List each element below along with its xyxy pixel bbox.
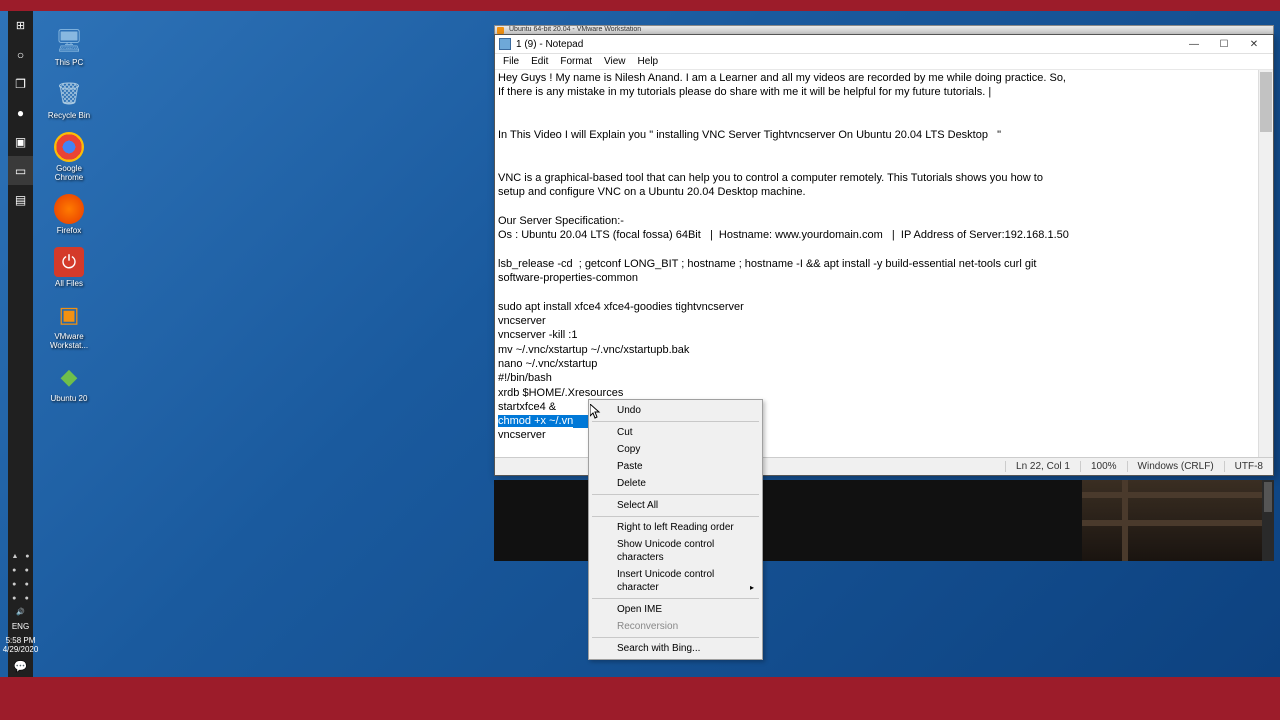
start-button[interactable]: ⊞ — [8, 11, 33, 40]
desktop-icon-ubuntu[interactable]: ◆Ubuntu 20 — [45, 362, 93, 403]
ctx-separator — [592, 516, 759, 517]
ctx-separator — [592, 598, 759, 599]
menu-format[interactable]: Format — [554, 55, 598, 68]
taskbar-app-1[interactable]: ● — [8, 98, 33, 127]
desktop-icon-chrome[interactable]: Google Chrome — [45, 132, 93, 182]
desktop[interactable]: ⊞ ○ ❐ ● ▣ ▭ ▤ ▲ ● ● ● ● ● ● ● 🔊 ENG 5:58 PM4… — [0, 11, 1280, 677]
tray-icon[interactable]: ▲ — [11, 553, 18, 560]
ubuntu-icon: ◆ — [54, 362, 84, 392]
notifications-button[interactable]: 💬 — [14, 656, 28, 677]
minimize-button[interactable]: — — [1179, 36, 1209, 53]
ctx-show-unicode[interactable]: Show Unicode control characters — [591, 536, 760, 566]
firefox-icon — [54, 194, 84, 224]
menu-file[interactable]: File — [497, 55, 525, 68]
task-view-button[interactable]: ❐ — [8, 69, 33, 98]
status-position: Ln 22, Col 1 — [1005, 461, 1080, 472]
status-eol: Windows (CRLF) — [1127, 461, 1224, 472]
ctx-reconversion: Reconversion — [591, 618, 760, 635]
tray-icon[interactable]: ● — [25, 581, 29, 588]
volume-icon[interactable]: 🔊 — [16, 608, 25, 616]
taskbar-app-notepad[interactable]: ▤ — [8, 185, 33, 214]
titlebar[interactable]: 1 (9) - Notepad — ☐ ✕ — [495, 35, 1273, 54]
tray-icon[interactable]: ● — [12, 581, 16, 588]
ctx-separator — [592, 494, 759, 495]
windows-icon: ⊞ — [16, 19, 25, 32]
power-icon: ⏻ — [54, 247, 84, 277]
desktop-icon-firefox[interactable]: Firefox — [45, 194, 93, 235]
ctx-delete[interactable]: Delete — [591, 475, 760, 492]
clock[interactable]: 5:58 PM4/29/2020 — [3, 634, 39, 656]
tray-icon[interactable]: ● — [25, 553, 29, 560]
ctx-search-bing[interactable]: Search with Bing... — [591, 640, 760, 657]
ctx-cut[interactable]: Cut — [591, 424, 760, 441]
chrome-icon — [54, 132, 84, 162]
menu-help[interactable]: Help — [632, 55, 665, 68]
desktop-icons: 🖥This PC 🗑Recycle Bin Google Chrome Fire… — [45, 26, 93, 403]
language-indicator[interactable]: ENG — [12, 619, 29, 634]
ctx-open-ime[interactable]: Open IME — [591, 601, 760, 618]
menu-view[interactable]: View — [598, 55, 632, 68]
close-button[interactable]: ✕ — [1239, 36, 1269, 53]
ctx-undo[interactable]: Undo — [591, 402, 760, 419]
status-encoding: UTF-8 — [1224, 461, 1273, 472]
menubar: File Edit Format View Help — [495, 54, 1273, 70]
menu-edit[interactable]: Edit — [525, 55, 554, 68]
notepad-icon — [499, 38, 511, 50]
ctx-rtl[interactable]: Right to left Reading order — [591, 519, 760, 536]
desktop-icon-this-pc[interactable]: 🖥This PC — [45, 26, 93, 67]
tray-icon[interactable]: ● — [25, 595, 29, 602]
ctx-copy[interactable]: Copy — [591, 441, 760, 458]
vm-scrollbar[interactable] — [1262, 480, 1274, 561]
scrollbar-vertical[interactable] — [1258, 70, 1273, 457]
ctx-paste[interactable]: Paste — [591, 458, 760, 475]
desktop-icon-recycle-bin[interactable]: 🗑Recycle Bin — [45, 79, 93, 120]
taskbar: ⊞ ○ ❐ ● ▣ ▭ ▤ ▲● ●● ●● ●● 🔊 ENG 5:58 PM4… — [8, 11, 33, 677]
status-zoom: 100% — [1080, 461, 1127, 472]
ctx-separator — [592, 421, 759, 422]
taskbar-app-explorer[interactable]: ▭ — [8, 156, 33, 185]
scrollbar-thumb[interactable] — [1260, 72, 1272, 132]
window-title: 1 (9) - Notepad — [516, 39, 1179, 50]
taskbar-app-vmware[interactable]: ▣ — [8, 127, 33, 156]
desktop-icon-all-files[interactable]: ⏻All Files — [45, 247, 93, 288]
tray-icon[interactable]: ● — [12, 567, 16, 574]
vm-screenshot — [1082, 480, 1262, 561]
maximize-button[interactable]: ☐ — [1209, 36, 1239, 53]
desktop-icon-vmware[interactable]: ▣VMware Workstat... — [45, 300, 93, 350]
vmware-icon: ▣ — [54, 300, 84, 330]
cortana-button[interactable]: ○ — [8, 40, 33, 69]
tray-icon[interactable]: ● — [25, 567, 29, 574]
ctx-insert-unicode[interactable]: Insert Unicode control character — [591, 566, 760, 596]
recycle-icon: 🗑 — [54, 79, 84, 109]
selected-text: chmod +x ~/.vn — [498, 415, 573, 427]
context-menu: Undo Cut Copy Paste Delete Select All Ri… — [588, 399, 763, 660]
tray-icon[interactable]: ● — [12, 595, 16, 602]
pc-icon: 🖥 — [54, 26, 84, 56]
ctx-select-all[interactable]: Select All — [591, 497, 760, 514]
ctx-separator — [592, 637, 759, 638]
